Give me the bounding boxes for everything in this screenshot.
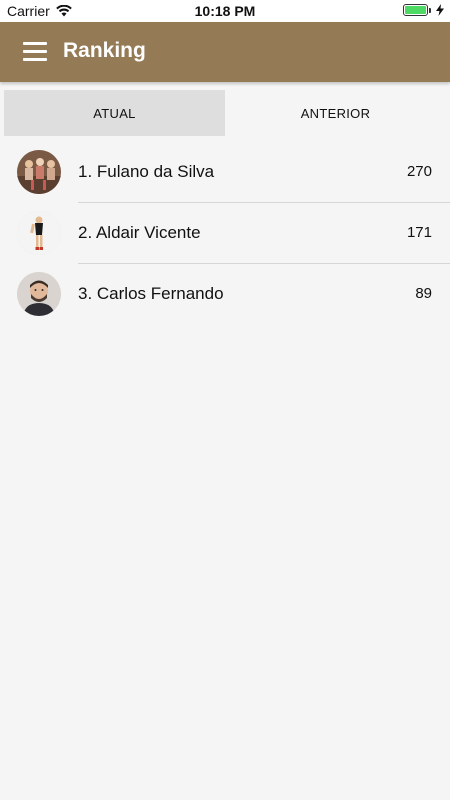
tab-bar: ATUAL ANTERIOR (4, 90, 446, 136)
list-item[interactable]: 1. Fulano da Silva 270 (0, 142, 450, 203)
ranking-name: 2. Aldair Vicente (78, 223, 201, 242)
ranking-name: 1. Fulano da Silva (78, 162, 215, 181)
list-item[interactable]: 2. Aldair Vicente 171 (0, 203, 450, 264)
page-title: Ranking (63, 39, 146, 62)
ranking-name: 3. Carlos Fernando (78, 284, 224, 303)
tab-atual[interactable]: ATUAL (4, 90, 225, 136)
hamburger-menu-icon[interactable] (23, 42, 47, 62)
status-right (403, 4, 444, 16)
ranking-score: 171 (406, 224, 432, 241)
ranking-score: 270 (406, 163, 432, 180)
group-photo-avatar (17, 150, 61, 194)
tab-anterior[interactable]: ANTERIOR (225, 90, 446, 136)
ranking-score: 89 (415, 285, 432, 302)
status-bar: Carrier 10:18 PM (0, 0, 450, 22)
status-time: 10:18 PM (194, 3, 256, 19)
list-item[interactable]: 3. Carlos Fernando 89 (0, 264, 450, 325)
battery-icon (403, 4, 431, 16)
app-bar: Ranking (0, 22, 450, 82)
runner-photo-avatar (17, 211, 61, 255)
man-portrait-avatar (17, 272, 61, 316)
charging-bolt-icon (436, 4, 444, 16)
ranking-list: 1. Fulano da Silva 270 2. Aldair Vicente… (0, 142, 450, 325)
